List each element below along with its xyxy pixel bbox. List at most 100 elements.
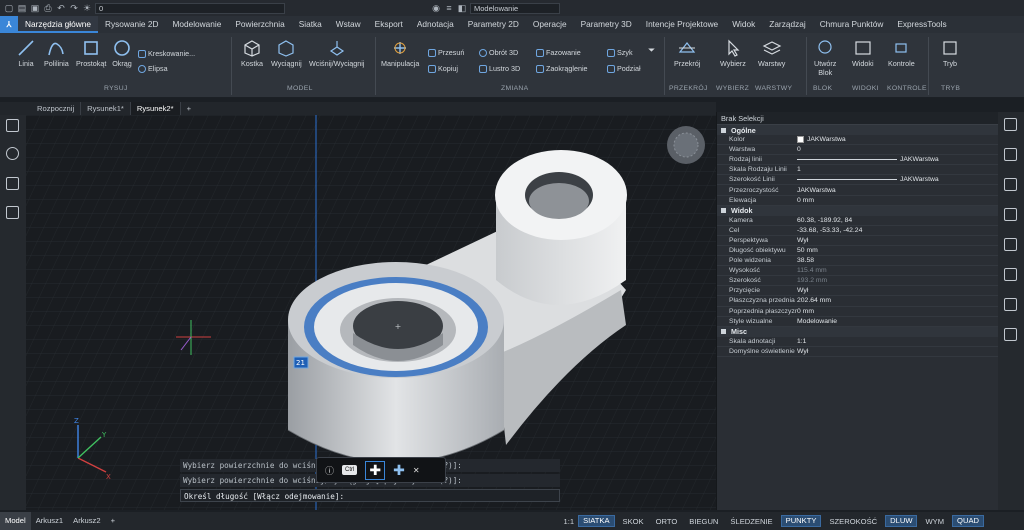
property-row[interactable]: Długość obiektywu 50 mm bbox=[717, 246, 998, 257]
circle-button[interactable]: Okrąg bbox=[112, 39, 132, 68]
property-value[interactable]: Wył bbox=[797, 287, 998, 294]
save-icon[interactable]: ▣ bbox=[30, 3, 40, 13]
property-row[interactable]: Szerokość 193.2 mm bbox=[717, 276, 998, 287]
rectangle-button[interactable]: Prostokąt bbox=[76, 39, 106, 68]
property-value[interactable]: JAKWarstwa bbox=[797, 156, 998, 163]
linetype-icon[interactable]: ≡ bbox=[444, 3, 454, 13]
property-row[interactable]: Poprzednia płaszczyzna 0 mm bbox=[717, 307, 998, 317]
status-toggle[interactable]: WYM bbox=[921, 517, 948, 526]
status-toggle[interactable]: BIEGUN bbox=[685, 517, 722, 526]
views-button[interactable]: Widoki bbox=[852, 39, 874, 68]
print-icon[interactable]: ⎙ bbox=[43, 3, 53, 13]
property-value[interactable]: 115.4 mm bbox=[797, 267, 998, 274]
tab-model[interactable]: Model bbox=[0, 512, 31, 530]
move-button[interactable]: Przesuń bbox=[428, 48, 464, 57]
property-value[interactable]: JAKWarstwa bbox=[797, 187, 998, 194]
property-row[interactable]: Rodzaj linii JAKWarstwa bbox=[717, 155, 998, 166]
tab-widok[interactable]: Widok bbox=[725, 16, 762, 33]
array-button[interactable]: Szyk bbox=[607, 48, 633, 57]
ctrl-key-icon[interactable]: Ctrl bbox=[342, 465, 358, 475]
tab-siatka[interactable]: Siatka bbox=[292, 16, 329, 33]
property-row[interactable]: Style wizualne Modelowanie bbox=[717, 317, 998, 327]
property-value[interactable]: Modelowanie bbox=[797, 318, 998, 325]
props-section-header[interactable]: Widok bbox=[717, 205, 998, 216]
calculator-icon[interactable] bbox=[6, 119, 19, 132]
open-icon[interactable]: ▤ bbox=[17, 3, 27, 13]
property-row[interactable]: Szerokość Linii JAKWarstwa bbox=[717, 175, 998, 186]
parts-icon[interactable] bbox=[1004, 208, 1017, 221]
property-value[interactable]: Wył bbox=[797, 348, 998, 355]
new-tab-plus-icon[interactable]: + bbox=[181, 102, 197, 115]
filter-button[interactable]: ⏷ bbox=[648, 45, 655, 56]
copy-button[interactable]: Kopiuj bbox=[428, 64, 458, 73]
property-row[interactable]: Kamera 60.38, -189.92, 84 bbox=[717, 216, 998, 226]
property-row[interactable]: Wysokość 115.4 mm bbox=[717, 266, 998, 277]
property-value[interactable]: 1 bbox=[797, 166, 998, 173]
property-value[interactable]: 1:1 bbox=[797, 338, 998, 345]
property-row[interactable]: Przycięcie Wył bbox=[717, 286, 998, 297]
property-value[interactable]: JAKWarstwa bbox=[797, 176, 998, 183]
property-row[interactable]: Warstwa 0 bbox=[717, 145, 998, 156]
library-icon[interactable] bbox=[1004, 238, 1017, 251]
screen-icon[interactable] bbox=[1004, 328, 1017, 341]
property-value[interactable]: 0 mm bbox=[797, 197, 998, 204]
status-toggle[interactable]: SIATKA bbox=[578, 515, 615, 527]
property-row[interactable]: Przezroczystość JAKWarstwa bbox=[717, 185, 998, 196]
property-row[interactable]: Elewacja 0 mm bbox=[717, 196, 998, 206]
property-value[interactable]: 60.38, -189.92, 84 bbox=[797, 217, 998, 224]
tab-operacje[interactable]: Operacje bbox=[526, 16, 574, 33]
add-icon[interactable]: ✚ bbox=[365, 460, 386, 480]
tab-modelowanie[interactable]: Modelowanie bbox=[165, 16, 228, 33]
workspace-dropdown[interactable]: Modelowanie bbox=[470, 2, 560, 14]
lightbulb-icon[interactable] bbox=[6, 147, 19, 160]
annotation-scale[interactable]: 1:1 bbox=[560, 517, 579, 526]
tab-parametry-3d[interactable]: Parametry 3D bbox=[574, 16, 639, 33]
subtract-add-icon[interactable]: ✚ bbox=[393, 462, 405, 479]
undo-icon[interactable]: ↶ bbox=[56, 3, 66, 13]
doc-tab-drawing2[interactable]: Rysunek2* bbox=[130, 102, 181, 115]
property-value[interactable]: 0 bbox=[797, 146, 998, 153]
tab-zarzadzaj[interactable]: Zarządzaj bbox=[762, 16, 812, 33]
tab-chmura-punktow[interactable]: Chmura Punktów bbox=[813, 16, 891, 33]
properties-icon[interactable] bbox=[1004, 118, 1017, 131]
property-value[interactable]: 193.2 mm bbox=[797, 277, 998, 284]
model-viewport[interactable]: + 21 Z X Y bbox=[26, 115, 716, 510]
app-logo-icon[interactable]: ⅄ bbox=[0, 16, 18, 33]
split-button[interactable]: Podział bbox=[607, 64, 641, 73]
polyline-button[interactable]: Polilinia bbox=[44, 39, 69, 68]
status-toggle[interactable]: DLUW bbox=[885, 515, 918, 527]
layers-panel-icon[interactable] bbox=[1004, 148, 1017, 161]
tab-parametry-2d[interactable]: Parametry 2D bbox=[461, 16, 526, 33]
redo-icon[interactable]: ↷ bbox=[69, 3, 79, 13]
property-row[interactable]: Domyślne oświetlenie Wył bbox=[717, 347, 998, 357]
materials-icon[interactable] bbox=[1004, 298, 1017, 311]
layer-dropdown[interactable]: 0 bbox=[95, 2, 285, 14]
mode-button[interactable]: Tryb bbox=[940, 39, 960, 68]
cube-panel-icon[interactable] bbox=[6, 206, 19, 219]
controls-button[interactable]: Kontrole bbox=[888, 39, 915, 68]
layers-button[interactable]: Warstwy bbox=[758, 39, 785, 68]
push-pull-button[interactable]: Wciśnij/Wyciągnij bbox=[309, 39, 364, 68]
tab-eksport[interactable]: Eksport bbox=[368, 16, 410, 33]
status-toggle[interactable]: ORTO bbox=[652, 517, 682, 526]
tab-rysowanie-2d[interactable]: Rysowanie 2D bbox=[98, 16, 166, 33]
line-button[interactable]: Linia bbox=[16, 39, 36, 68]
status-toggle[interactable]: ŚLEDZENIE bbox=[726, 517, 776, 526]
tab-layout2[interactable]: Arkusz2 bbox=[68, 512, 105, 530]
view-icon[interactable]: ◧ bbox=[457, 3, 467, 13]
structure-icon[interactable] bbox=[6, 177, 19, 190]
create-block-button[interactable]: Utwórz Blok bbox=[814, 39, 836, 77]
property-row[interactable]: Skala adnotacji 1:1 bbox=[717, 337, 998, 347]
property-value[interactable]: 50 mm bbox=[797, 247, 998, 254]
tab-intencje-projektowe[interactable]: Intencje Projektowe bbox=[639, 16, 725, 33]
add-layout-plus-icon[interactable]: + bbox=[106, 512, 120, 530]
property-value[interactable]: -33.68, -53.33, -42.24 bbox=[797, 227, 998, 234]
props-section-header[interactable]: Misc bbox=[717, 326, 998, 337]
props-section-header[interactable]: Ogólne bbox=[717, 125, 998, 135]
property-row[interactable]: Kolor JAKWarstwa bbox=[717, 135, 998, 146]
property-value[interactable]: 202.64 mm bbox=[797, 297, 998, 304]
property-value[interactable]: 38.58 bbox=[797, 257, 998, 264]
box-button[interactable]: Kostka bbox=[241, 39, 263, 68]
tab-wstaw[interactable]: Wstaw bbox=[329, 16, 368, 33]
mirror3d-button[interactable]: Lustro 3D bbox=[479, 64, 520, 73]
